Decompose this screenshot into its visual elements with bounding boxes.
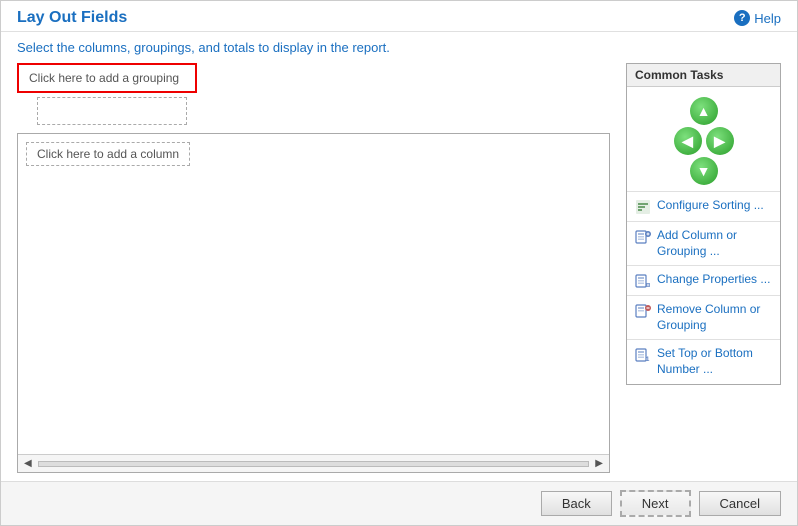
content-area: Click here to add a grouping Click here … bbox=[1, 63, 797, 481]
task-remove-column-grouping[interactable]: Remove Column or Grouping bbox=[627, 295, 780, 339]
footer: Back Next Cancel bbox=[1, 481, 797, 525]
change-properties-icon bbox=[635, 273, 651, 289]
task-remove-column-grouping-label: Remove Column or Grouping bbox=[657, 302, 772, 333]
set-top-bottom-icon: 1 bbox=[635, 347, 651, 363]
subtitle-area: Select the columns, groupings, and total… bbox=[1, 32, 797, 63]
svg-text:1: 1 bbox=[646, 357, 650, 363]
subtitle-text-after: in the report. bbox=[313, 40, 390, 55]
common-tasks-title: Common Tasks bbox=[627, 64, 780, 87]
task-add-column-grouping[interactable]: Add Column or Grouping ... bbox=[627, 221, 780, 265]
right-panel: Common Tasks ▲ ◀ ▶ ▼ bbox=[626, 63, 781, 473]
add-grouping-button[interactable]: Click here to add a grouping bbox=[17, 63, 197, 93]
next-button[interactable]: Next bbox=[620, 490, 691, 517]
add-column-grouping-icon bbox=[635, 229, 651, 245]
columns-scrollbar: ◀ ▶ bbox=[18, 454, 609, 472]
page-title: Lay Out Fields bbox=[17, 9, 127, 27]
task-change-properties-label: Change Properties ... bbox=[657, 272, 770, 288]
arrow-navigation: ▲ ◀ ▶ ▼ bbox=[627, 87, 780, 191]
task-set-top-bottom[interactable]: 1 Set Top or Bottom Number ... bbox=[627, 339, 780, 383]
cancel-button[interactable]: Cancel bbox=[699, 491, 781, 516]
main-layout: Click here to add a grouping Click here … bbox=[17, 63, 610, 473]
columns-area: Click here to add a column ◀ ▶ bbox=[17, 133, 610, 473]
arrow-left-button[interactable]: ◀ bbox=[674, 127, 702, 155]
back-button[interactable]: Back bbox=[541, 491, 612, 516]
configure-sorting-icon bbox=[635, 199, 651, 215]
task-configure-sorting[interactable]: Configure Sorting ... bbox=[627, 191, 780, 221]
common-tasks-box: Common Tasks ▲ ◀ ▶ ▼ bbox=[626, 63, 781, 385]
task-set-top-bottom-label: Set Top or Bottom Number ... bbox=[657, 346, 772, 377]
header: Lay Out Fields ? Help bbox=[1, 1, 797, 32]
remove-column-grouping-icon bbox=[635, 303, 651, 319]
scroll-right-arrow[interactable]: ▶ bbox=[591, 458, 607, 469]
page-container: Lay Out Fields ? Help Select the columns… bbox=[0, 0, 798, 526]
subtitle-highlight: display bbox=[273, 40, 313, 55]
scroll-left-arrow[interactable]: ◀ bbox=[20, 458, 36, 469]
task-add-column-grouping-label: Add Column or Grouping ... bbox=[657, 228, 772, 259]
task-configure-sorting-label: Configure Sorting ... bbox=[657, 198, 764, 214]
grouping-placeholder bbox=[37, 97, 187, 125]
arrow-down-button[interactable]: ▼ bbox=[690, 157, 718, 185]
arrow-right-button[interactable]: ▶ bbox=[706, 127, 734, 155]
scroll-track bbox=[38, 461, 590, 467]
arrow-row-middle: ◀ ▶ bbox=[674, 127, 734, 155]
add-column-button[interactable]: Click here to add a column bbox=[26, 142, 190, 166]
arrow-up-button[interactable]: ▲ bbox=[690, 97, 718, 125]
columns-inner: Click here to add a column bbox=[18, 134, 609, 454]
subtitle-text-before: Select the columns, groupings, and total… bbox=[17, 40, 273, 55]
arrow-row-top: ▲ bbox=[690, 97, 718, 125]
help-link[interactable]: ? Help bbox=[734, 10, 781, 26]
task-change-properties[interactable]: Change Properties ... bbox=[627, 265, 780, 295]
arrow-row-bottom: ▼ bbox=[690, 157, 718, 185]
help-icon: ? bbox=[734, 10, 750, 26]
help-label: Help bbox=[754, 11, 781, 26]
